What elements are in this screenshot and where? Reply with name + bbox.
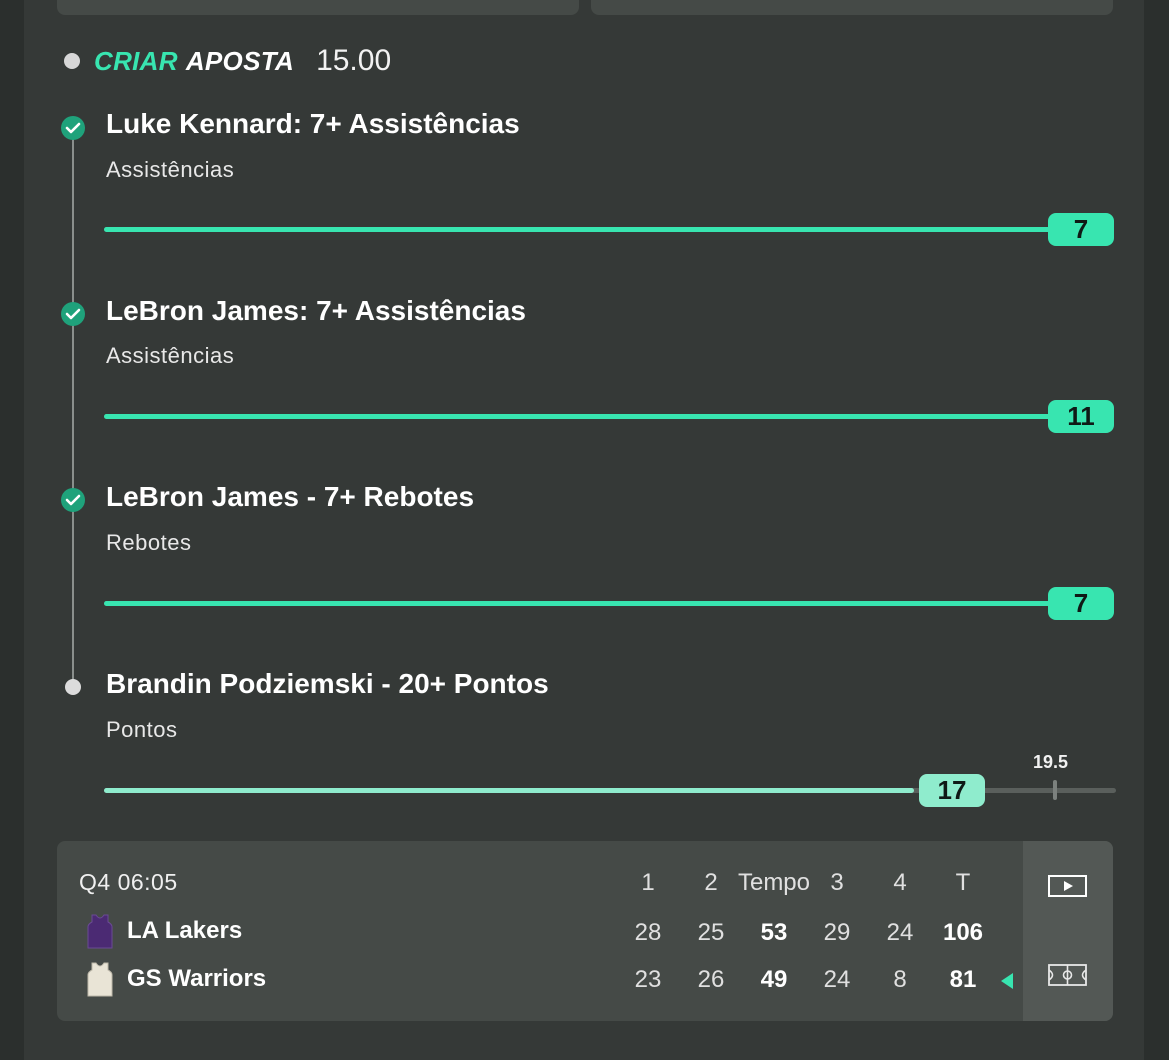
period-header: T <box>955 869 971 896</box>
top-tab-right[interactable] <box>591 0 1113 15</box>
period-header: 3 <box>830 869 844 896</box>
score-cell: 81 <box>949 966 977 993</box>
score-cell: 25 <box>697 919 725 946</box>
game-clock: Q4 06:05 <box>79 869 178 895</box>
leg-market: Pontos <box>106 717 178 742</box>
current-value-badge: 7 <box>1048 213 1114 246</box>
status-dot <box>64 53 80 69</box>
score-cell: 106 <box>942 919 984 946</box>
progress-fill <box>104 414 1114 419</box>
pending-dot <box>65 679 81 695</box>
current-value-badge: 17 <box>919 774 985 807</box>
leg-title: LeBron James - 7+ Rebotes <box>106 481 475 512</box>
leg-market: Assistências <box>106 157 235 182</box>
check-icon <box>61 488 85 512</box>
possession-arrow-icon <box>1001 973 1013 989</box>
progress-track <box>104 414 1114 419</box>
period-header: 4 <box>893 869 907 896</box>
team-name: LA Lakers <box>127 917 243 944</box>
bet-header: CRIAR APOSTA 15.00 <box>64 42 391 80</box>
check-icon <box>61 116 85 140</box>
progress-track <box>104 227 1114 232</box>
score-cell: 24 <box>886 919 914 946</box>
score-cell: 23 <box>634 966 662 993</box>
target-label: 19.5 <box>1033 752 1069 772</box>
progress-fill <box>104 788 914 793</box>
target-marker <box>1053 780 1057 800</box>
leg-title: Luke Kennard: 7+ Assistências <box>106 108 520 139</box>
score-cell: 26 <box>697 966 725 993</box>
leg-title: LeBron James: 7+ Assistências <box>106 295 526 326</box>
score-cell: 24 <box>823 966 851 993</box>
current-value-badge: 11 <box>1048 400 1114 433</box>
team-row-lakers: LA Lakers <box>87 913 242 949</box>
current-value-badge: 7 <box>1048 587 1114 620</box>
score-cell: 53 <box>760 919 788 946</box>
jersey-icon <box>87 962 113 997</box>
progress-fill <box>104 227 1114 232</box>
create-bet-logo: CRIAR APOSTA <box>94 45 295 76</box>
progress-track <box>104 601 1114 606</box>
team-name: GS Warriors <box>127 965 267 992</box>
jersey-icon <box>87 914 113 949</box>
timeline-line <box>72 128 74 688</box>
team-row-warriors: GS Warriors <box>87 961 266 997</box>
check-icon <box>61 302 85 326</box>
period-header: 1 <box>641 869 655 896</box>
top-tab-left[interactable] <box>57 0 579 15</box>
score-cell: 49 <box>760 966 788 993</box>
scoreboard: Q4 06:05 1 2 Tempo 3 4 T LA Lakers 28 25… <box>57 841 1113 1021</box>
score-cell: 8 <box>893 966 907 993</box>
leg-market: Rebotes <box>106 530 192 555</box>
leg-title: Brandin Podziemski - 20+ Pontos <box>106 668 549 699</box>
score-cell: 28 <box>634 919 662 946</box>
bet-odds: 15.00 <box>316 44 392 77</box>
media-sidebar <box>1023 841 1113 1021</box>
leg-market: Assistências <box>106 343 235 368</box>
video-play-icon[interactable] <box>1048 874 1088 898</box>
score-cell: 29 <box>823 919 851 946</box>
court-icon[interactable] <box>1048 963 1088 987</box>
progress-fill <box>104 601 1114 606</box>
